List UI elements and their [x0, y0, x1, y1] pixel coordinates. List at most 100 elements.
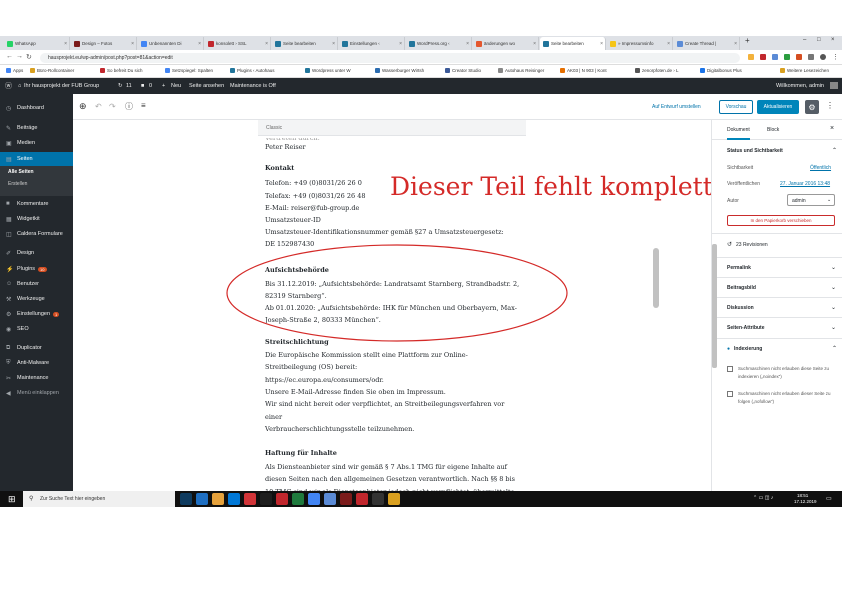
browser-tab[interactable]: Design – Fotos × — [71, 37, 137, 50]
browser-tab[interactable]: Unbenannten Di × — [138, 37, 204, 50]
bookmark-apps[interactable]: Apps — [6, 68, 23, 73]
panel-section-seiten-attribute[interactable]: Seiten-Attribute ⌄ — [712, 317, 842, 337]
taskbar-app-icon[interactable] — [388, 493, 400, 505]
sidebar-item-einstellungen[interactable]: ⚙ Einstellungen 1 — [0, 307, 73, 321]
panel-section-permalink[interactable]: Permalink ⌄ — [712, 257, 842, 277]
taskbar-app-icon[interactable] — [196, 493, 208, 505]
taskbar-app-icon[interactable] — [340, 493, 352, 505]
bookmark-item[interactable]: So befreit Du sich — [100, 68, 143, 73]
submenu-new-page[interactable]: Erstellen — [0, 181, 73, 187]
bookmark-item[interactable]: Setzspiegel: Spalten — [165, 68, 213, 73]
extension-icon[interactable] — [784, 54, 790, 60]
back-icon[interactable]: ← — [6, 53, 13, 60]
close-icon[interactable]: × — [830, 125, 834, 132]
sidebar-item-benutzer[interactable]: ☺ Benutzer — [0, 277, 73, 291]
windows-start-icon[interactable]: ⊞ — [8, 494, 16, 505]
bookmark-item[interactable]: Wasserburger Wirtsh — [375, 68, 424, 73]
reload-icon[interactable]: ↻ — [26, 53, 32, 61]
browser-menu-icon[interactable]: ⋮ — [832, 53, 839, 61]
forward-icon[interactable]: → — [16, 53, 23, 60]
close-icon[interactable]: × — [131, 41, 134, 47]
view-page-link[interactable]: Seite ansehen — [189, 83, 224, 89]
browser-tab[interactable]: konsolett › SSL × — [205, 37, 271, 50]
greeting-link[interactable]: Willkommen, admin — [776, 83, 824, 89]
bookmark-item[interactable]: Digitalbonus Plus — [700, 68, 742, 73]
comments-icon[interactable]: ■ — [141, 83, 144, 89]
browser-tab[interactable]: » Impressumsinfo × — [607, 37, 673, 50]
noindex-checkbox[interactable] — [727, 366, 733, 372]
sidebar-item-kommentare[interactable]: ■ Kommentare — [0, 197, 73, 211]
content-scrollbar[interactable] — [653, 248, 659, 308]
more-options-icon[interactable]: ⋮ — [826, 101, 834, 110]
sidebar-item-anti-malware[interactable]: ⛨ Anti-Malware — [0, 356, 73, 370]
taskbar-time[interactable]: 18:51 — [797, 493, 808, 498]
bookmark-item[interactable]: Creator Studio — [445, 68, 481, 73]
revisions-row[interactable]: ↺ 23 Revisionen — [712, 233, 842, 253]
redo-icon[interactable]: ↷ — [109, 102, 116, 111]
sidebar-item-dashboard[interactable]: ◷ Dashboard — [0, 101, 73, 115]
close-icon[interactable]: × — [734, 41, 737, 47]
site-name-link[interactable]: Ihr hausprojekt der FUB Group — [24, 83, 99, 89]
info-icon[interactable]: ⓘ — [125, 101, 133, 112]
taskbar-app-icon[interactable] — [212, 493, 224, 505]
author-select[interactable]: admin ⌄ — [787, 194, 835, 206]
update-button[interactable]: Aktualisieren — [757, 100, 799, 114]
switch-to-draft-button[interactable]: Auf Entwurf umstellen — [652, 104, 701, 110]
wordpress-logo-icon[interactable]: ⓦ — [5, 81, 12, 91]
bookmark-item[interactable]: zenorpfoten.de › L — [635, 68, 679, 73]
add-block-icon[interactable]: ⊕ — [79, 101, 87, 112]
status-section-title[interactable]: Status und Sichtbarkeit — [727, 148, 783, 154]
submenu-all-pages[interactable]: Alle Seiten — [0, 169, 73, 175]
sidebar-item-design[interactable]: ✐ Design — [0, 246, 73, 260]
close-icon[interactable]: × — [198, 41, 201, 47]
comments-count[interactable]: 0 — [149, 83, 152, 89]
new-link[interactable]: Neu — [171, 83, 181, 89]
visibility-value[interactable]: Öffentlich — [810, 165, 831, 171]
maximize-icon[interactable]: □ — [817, 37, 821, 43]
published-value[interactable]: 27. Januar 2016 13:48 — [780, 181, 830, 187]
chevron-up-icon[interactable]: ⌃ — [832, 147, 837, 154]
browser-tab[interactable]: WhatsApp × — [4, 37, 70, 50]
minimize-icon[interactable]: – — [803, 37, 806, 43]
profile-avatar[interactable] — [820, 54, 826, 60]
extension-icon[interactable] — [796, 54, 802, 60]
sidebar-item-widgetkit[interactable]: ▦ Widgetkit — [0, 212, 73, 226]
new-tab-button[interactable]: + — [745, 36, 750, 45]
undo-icon[interactable]: ↶ — [95, 102, 102, 111]
taskbar-app-icon[interactable] — [260, 493, 272, 505]
taskbar-app-icon[interactable] — [324, 493, 336, 505]
taskbar-app-icon[interactable] — [372, 493, 384, 505]
new-icon[interactable]: + — [162, 83, 165, 89]
close-icon[interactable]: × — [600, 41, 603, 47]
browser-tab[interactable]: änderungen wo × — [473, 37, 539, 50]
taskbar-app-icon[interactable] — [180, 493, 192, 505]
taskbar-date[interactable]: 17.12.2019 — [794, 499, 817, 504]
preview-button[interactable]: Vorschau — [719, 100, 753, 114]
taskbar-app-icon[interactable] — [356, 493, 368, 505]
extension-icon[interactable] — [748, 54, 754, 60]
sidebar-item-seiten[interactable]: ▤ Seiten — [0, 152, 73, 166]
close-icon[interactable]: × — [667, 41, 670, 47]
bookmark-item[interactable]: Plugins ‹ Autohaus — [230, 68, 275, 73]
sidebar-item-plugins[interactable]: ⚡ Plugins 10 — [0, 262, 73, 276]
tab-block[interactable]: Block — [767, 127, 779, 133]
taskbar-search[interactable]: ⚲ Zur Suche Text hier eingeben — [23, 491, 175, 507]
panel-section-beitragsbild[interactable]: Beitragsbild ⌄ — [712, 277, 842, 297]
updates-count[interactable]: 11 — [126, 83, 132, 89]
sidebar-item-seo[interactable]: ◉ SEO — [0, 322, 73, 336]
maintenance-link[interactable]: Maintenance is Off — [230, 83, 276, 89]
panel-section-diskussion[interactable]: Diskussion ⌄ — [712, 297, 842, 317]
taskbar-app-icon[interactable] — [228, 493, 240, 505]
extension-icon[interactable] — [808, 54, 814, 60]
taskbar-app-icon[interactable] — [244, 493, 256, 505]
browser-tab[interactable]: Seite bearbeiten × — [540, 37, 606, 50]
extension-icon[interactable] — [760, 54, 766, 60]
nofollow-checkbox[interactable] — [727, 391, 733, 397]
close-icon[interactable]: × — [533, 41, 536, 47]
classic-block-toolbar[interactable]: Classic — [258, 120, 526, 136]
panel-scrollbar[interactable] — [712, 244, 717, 368]
sidebar-item-beiträge[interactable]: ✎ Beiträge — [0, 121, 73, 135]
updates-icon[interactable]: ↻ — [118, 83, 123, 89]
sidebar-item-medien[interactable]: ▣ Medien — [0, 136, 73, 150]
sidebar-item-duplicator[interactable]: ⧉ Duplicator — [0, 341, 73, 355]
